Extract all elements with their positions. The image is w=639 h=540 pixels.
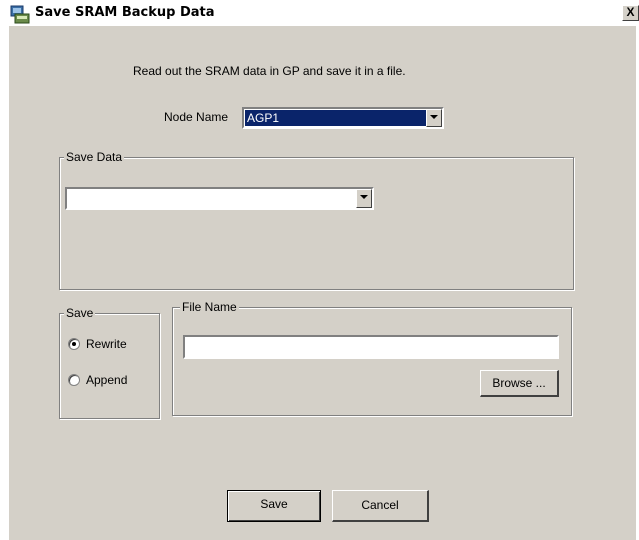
node-name-label: Node Name bbox=[164, 110, 229, 124]
node-name-value: AGP1 bbox=[245, 110, 427, 126]
file-name-group bbox=[172, 307, 572, 416]
file-name-label: File Name bbox=[180, 300, 239, 314]
node-name-select[interactable]: AGP1 bbox=[242, 107, 444, 129]
save-button[interactable]: Save bbox=[227, 490, 321, 522]
save-data-group bbox=[59, 157, 574, 290]
close-button[interactable]: X bbox=[622, 5, 639, 21]
cancel-button[interactable]: Cancel bbox=[332, 490, 429, 522]
append-label[interactable]: Append bbox=[86, 373, 127, 387]
save-data-label: Save Data bbox=[64, 150, 125, 164]
file-name-input[interactable] bbox=[183, 335, 559, 359]
chevron-down-icon[interactable] bbox=[356, 189, 372, 208]
app-icon bbox=[10, 5, 30, 24]
title-bar: Save SRAM Backup Data X bbox=[0, 0, 639, 26]
rewrite-radio[interactable] bbox=[68, 338, 80, 350]
chevron-down-icon[interactable] bbox=[426, 109, 442, 127]
intro-text: Read out the SRAM data in GP and save it… bbox=[133, 64, 406, 78]
save-sram-dialog: Save SRAM Backup Data X Read out the SRA… bbox=[0, 0, 639, 540]
save-mode-label: Save bbox=[64, 306, 96, 320]
rewrite-label[interactable]: Rewrite bbox=[86, 337, 127, 351]
window-title: Save SRAM Backup Data bbox=[35, 5, 215, 20]
save-data-select[interactable] bbox=[65, 187, 374, 210]
save-mode-group bbox=[59, 313, 160, 419]
append-radio[interactable] bbox=[68, 374, 80, 386]
browse-button[interactable]: Browse ... bbox=[480, 370, 559, 397]
